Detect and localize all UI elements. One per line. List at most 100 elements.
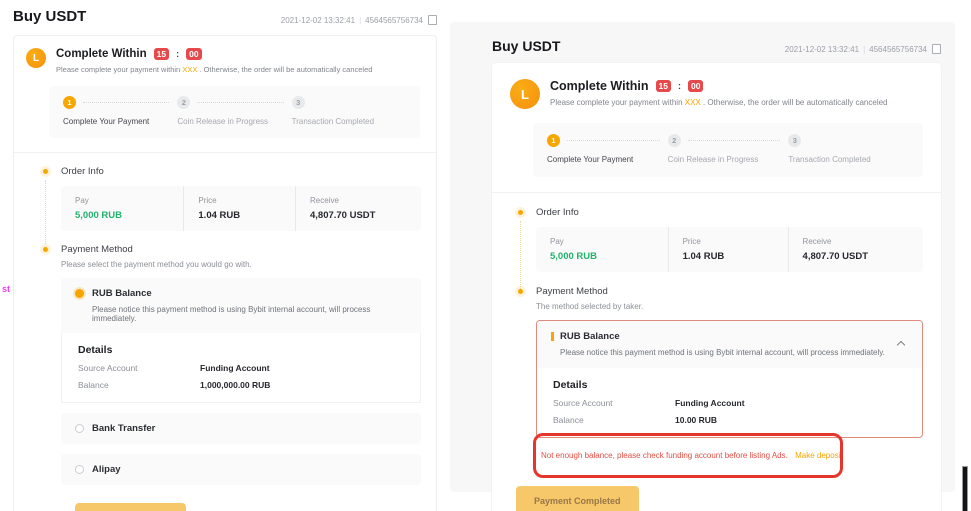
timer-seconds-badge: 00 [186,48,201,60]
order-info-heading: Order Info [61,166,421,177]
step-label: Complete Your Payment [63,117,177,126]
order-timestamp: 2021-12-02 13:32:41 [785,45,859,54]
right-order-panel: Buy USDT 2021-12-02 13:32:41 | 456456575… [450,22,955,492]
pay-amount: 5,000 RUB [550,251,654,262]
detail-row-source-account: Source Account Funding Account [78,363,404,373]
timer-heading: Complete Within [550,79,649,93]
left-panel-header: Buy USDT 2021-12-02 13:32:41 | 456456575… [13,8,437,25]
make-deposit-link[interactable]: Make deposit [795,451,843,460]
section-divider [492,192,941,193]
timer-section: L Complete Within 15 : 00 Please complet… [510,79,925,109]
receive-column: Receive 4,807.70 USDT [295,186,421,231]
method-accordion-header[interactable]: RUB Balance Please notice this payment m… [537,321,922,368]
left-order-panel: Buy USDT 2021-12-02 13:32:41 | 456456575… [13,8,437,511]
step-label: Complete Your Payment [547,155,668,164]
copy-icon[interactable] [934,46,941,54]
order-card: L Complete Within 15 : 00 Please complet… [492,63,941,511]
receive-column: Receive 4,807.70 USDT [788,227,923,272]
section-bullet [518,289,523,294]
step-transaction-completed: 3 Transaction Completed [292,96,406,126]
copy-icon[interactable] [430,17,437,25]
details-heading: Details [553,379,906,391]
clock-icon: L [26,48,46,68]
payment-option-rub-balance[interactable]: RUB Balance Please notice this payment m… [61,278,421,333]
page-title: Buy USDT [492,38,560,54]
payment-method-subtitle: Please select the payment method you wou… [61,260,421,269]
section-bullet [43,247,48,252]
process-payment-button[interactable]: Process Payment [75,503,186,511]
timer-seconds-badge: 00 [688,80,703,92]
radio-selected-icon[interactable] [75,289,84,298]
receive-amount: 4,807.70 USDT [803,251,909,262]
payment-option-label: Alipay [92,464,121,475]
payment-option-alipay[interactable]: Alipay [61,454,421,485]
payment-details-box: Details Source Account Funding Account B… [537,368,922,437]
payment-option-label: Bank Transfer [92,423,155,434]
timer-placeholder: XXX [685,98,701,107]
step-label: Coin Release in Progress [668,155,789,164]
action-buttons: Payment Completed [516,486,925,511]
payment-option-notice: Please notice this payment method is usi… [92,305,407,323]
clock-icon: L [510,79,540,109]
step-number: 1 [63,96,76,109]
meta-separator: | [863,45,865,54]
step-coin-release: 2 Coin Release in Progress [668,134,789,164]
payment-method-heading: Payment Method [61,244,421,255]
order-timestamp: 2021-12-02 13:32:41 [281,16,355,25]
payment-method-section: Payment Method The method selected by ta… [510,286,925,462]
timer-placeholder: XXX [182,65,197,74]
radio-unselected-icon[interactable] [75,424,84,433]
timer-colon: : [678,81,681,91]
step-complete-payment: 1 Complete Your Payment [547,134,668,164]
progress-steps: 1 Complete Your Payment 2 Coin Release i… [533,123,923,177]
step-label: Coin Release in Progress [177,117,291,126]
pay-column: Pay 5,000 RUB [61,186,183,231]
order-info-box: Pay 5,000 RUB Price 1.04 RUB Receive 4,8… [61,186,421,231]
timer-heading: Complete Within [56,48,147,60]
payment-option-bank-transfer[interactable]: Bank Transfer [61,413,421,444]
price-column: Price 1.04 RUB [183,186,295,231]
detail-row-balance: Balance 1,000,000.00 RUB [78,380,404,390]
order-meta: 2021-12-02 13:32:41 | 4564565756734 [785,45,941,54]
step-label: Transaction Completed [292,117,406,126]
order-info-box: Pay 5,000 RUB Price 1.04 RUB Receive 4,8… [536,227,923,272]
selected-method-box: RUB Balance Please notice this payment m… [536,320,923,438]
price-amount: 1.04 RUB [198,210,281,221]
order-info-section: Order Info Pay 5,000 RUB Price 1.04 RUB … [510,207,925,272]
step-number: 2 [668,134,681,147]
timer-minutes-badge: 15 [656,80,671,92]
screen: Buy USDT 2021-12-02 13:32:41 | 456456575… [0,0,971,511]
section-bullet [518,210,523,215]
step-number: 3 [292,96,305,109]
method-marker-bar [551,332,554,341]
action-buttons: Process Payment Cancel Order [75,503,424,511]
timer-note: Please complete your payment within XXX … [56,65,372,74]
payment-method-section: Payment Method Please select the payment… [26,244,424,485]
timer-colon: : [176,49,179,59]
step-coin-release: 2 Coin Release in Progress [177,96,291,126]
detail-row-source-account: Source Account Funding Account [553,398,906,408]
payment-option-label: RUB Balance [560,331,620,342]
payment-method-heading: Payment Method [536,286,923,297]
section-divider [14,152,436,153]
pay-column: Pay 5,000 RUB [536,227,668,272]
step-label: Transaction Completed [788,155,909,164]
detail-row-balance: Balance 10.00 RUB [553,415,906,425]
price-amount: 1.04 RUB [683,251,774,262]
order-info-section: Order Info Pay 5,000 RUB Price 1.04 RUB … [26,166,424,231]
payment-completed-button[interactable]: Payment Completed [516,486,639,511]
section-bullet [43,169,48,174]
timer-minutes-badge: 15 [154,48,169,60]
order-info-heading: Order Info [536,207,923,218]
receive-amount: 4,807.70 USDT [310,210,407,221]
balance-error-row: Not enough balance, please check funding… [536,450,923,462]
radio-unselected-icon[interactable] [75,465,84,474]
order-number: 4564565756734 [365,16,423,25]
step-transaction-completed: 3 Transaction Completed [788,134,909,164]
step-complete-payment: 1 Complete Your Payment [63,96,177,126]
order-card: L Complete Within 15 : 00 Please complet… [13,35,437,511]
payment-option-notice: Please notice this payment method is usi… [560,348,908,357]
balance-error-message: Not enough balance, please check funding… [541,451,788,460]
text-cursor-artifact [963,467,967,511]
page-title: Buy USDT [13,8,86,25]
